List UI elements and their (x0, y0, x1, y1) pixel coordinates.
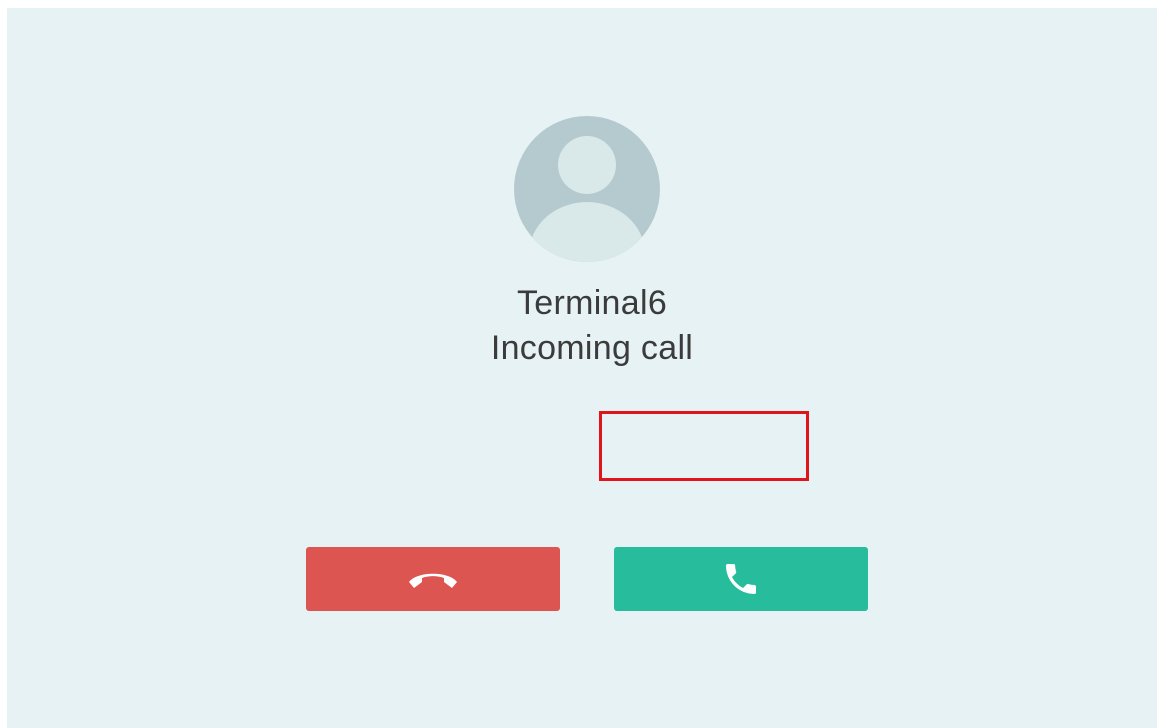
highlight-box (599, 411, 809, 481)
caller-name: Terminal6 (516, 284, 668, 322)
caller-avatar (514, 116, 660, 262)
decline-call-button[interactable] (306, 547, 560, 611)
phone-icon (726, 564, 756, 594)
accept-call-button[interactable] (614, 547, 868, 611)
incoming-call-screen: Terminal6 Incoming call (7, 8, 1157, 728)
hang-up-icon (409, 573, 457, 588)
person-placeholder-icon (529, 136, 645, 262)
call-status: Incoming call (490, 329, 694, 367)
